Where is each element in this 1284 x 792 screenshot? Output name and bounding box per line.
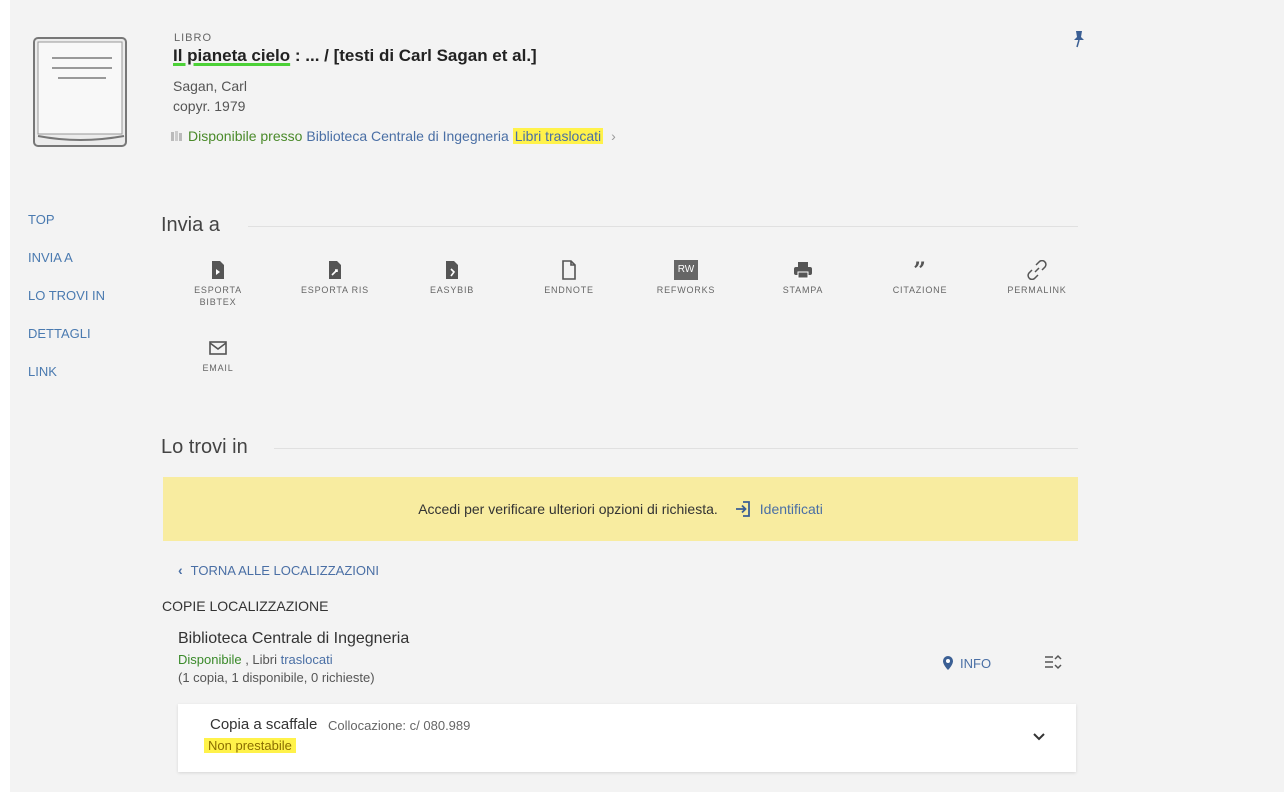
sidenav-lo-trovi-in[interactable]: LO TROVI IN [28,288,105,304]
title-main: Il pianeta cielo [173,46,291,65]
send-to-title: Invia a [161,214,220,236]
easybib-button[interactable]: EASYBIB [414,260,490,296]
sidenav-dettagli[interactable]: DETTAGLI [28,326,105,342]
location-library-name: Biblioteca Centrale di Ingegneria [178,630,410,647]
find-in-title: Lo trovi in [161,436,248,458]
availability-line[interactable]: Disponibile presso Biblioteca Centrale d… [170,128,616,144]
book-shelf-icon [171,131,182,141]
chevron-right-icon: › [611,128,616,144]
item-policy: Non prestabile [204,738,296,753]
login-link[interactable]: Identificati [734,500,823,518]
email-button[interactable]: EMAIL [180,338,256,374]
refworks-button[interactable]: RW REFWORKS [648,260,724,296]
send-to-divider [248,226,1078,227]
item-card[interactable]: Copia a scaffale Collocazione: c/ 080.98… [178,704,1076,772]
item-call-number: Collocazione: c/ 080.989 [328,718,471,733]
sidenav-invia-a[interactable]: INVIA A [28,250,105,266]
print-button[interactable]: STAMPA [765,260,841,296]
title-rest: : ... / [testi di Carl Sagan et al.] [290,46,537,65]
record-author: Sagan, Carl [173,78,247,94]
export-bibtex-button[interactable]: ESPORTA BIBTEX [180,260,256,308]
endnote-icon [562,260,576,280]
print-icon [794,262,812,279]
sidenav-top[interactable]: TOP [28,212,105,228]
chevron-down-icon[interactable] [1032,732,1046,742]
availability-location: Libri traslocati [512,128,604,144]
availability-status: Disponibile presso [188,128,303,144]
sidenav-link[interactable]: LINK [28,364,105,380]
link-icon [1027,260,1047,280]
find-in-divider [274,448,1078,449]
map-marker-icon [943,656,953,670]
copies-location-label: COPIE LOCALIZZAZIONE [162,598,329,614]
record-type: LIBRO [174,32,213,44]
sort-icon[interactable] [1044,654,1062,670]
availability-library: Biblioteca Centrale di Ingegneria [306,128,509,144]
email-icon [209,341,227,355]
refworks-icon: RW [674,260,698,280]
endnote-button[interactable]: ENDNOTE [531,260,607,296]
quote-icon: ” [913,258,927,284]
back-to-locations-link[interactable]: ‹ TORNA ALLE LOCALIZZAZIONI [178,562,379,578]
easybib-icon [446,261,458,279]
location-status: Disponibile , Libri traslocati [178,652,333,667]
pin-icon[interactable] [1072,30,1086,48]
citation-button[interactable]: ” CITAZIONE [882,260,958,296]
record-date: copyr. 1979 [173,98,246,114]
ris-icon [329,261,341,279]
record-title[interactable]: Il pianeta cielo : ... / [testi di Carl … [173,46,537,66]
chevron-left-icon: ‹ [178,562,183,578]
book-cover-icon [33,37,127,147]
page: LIBRO Il pianeta cielo : ... / [testi di… [10,0,1284,792]
location-info-button[interactable]: INFO [942,655,991,671]
bibtex-icon [212,261,224,279]
login-banner-text: Accedi per verificare ulteriori opzioni … [418,501,718,517]
export-ris-button[interactable]: ESPORTA RIS [297,260,373,296]
side-navigation: TOP INVIA A LO TROVI IN DETTAGLI LINK [28,212,105,402]
item-type: Copia a scaffale [210,716,318,733]
sign-in-icon [735,501,750,517]
login-banner: Accedi per verificare ulteriori opzioni … [163,477,1078,541]
location-counts: (1 copia, 1 disponibile, 0 richieste) [178,670,375,685]
permalink-button[interactable]: PERMALINK [999,260,1075,296]
